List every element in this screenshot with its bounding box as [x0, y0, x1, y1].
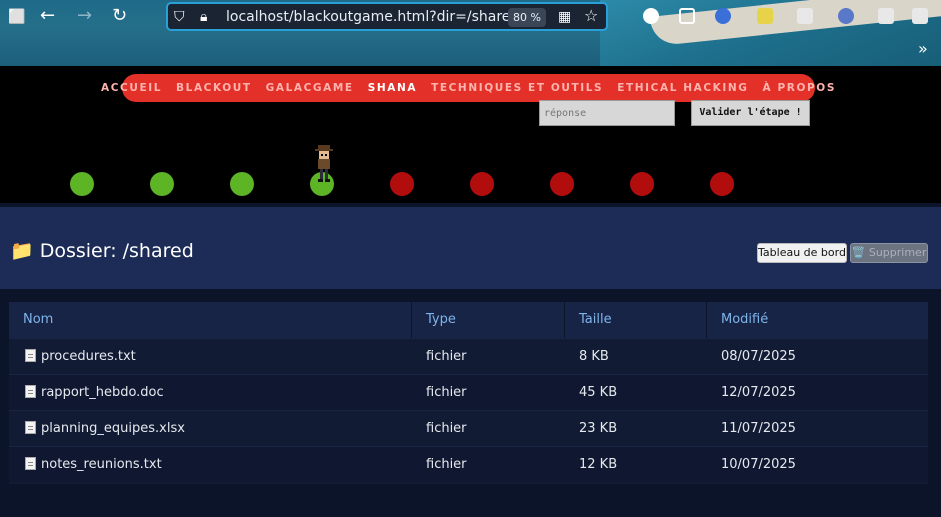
- file-modified-cell: 08/07/2025: [721, 349, 796, 364]
- progress-step-dot: [630, 172, 654, 196]
- file-name-cell[interactable]: procedures.txt: [25, 339, 136, 375]
- file-size-cell: 12 KB: [579, 457, 618, 472]
- file-name-cell[interactable]: notes_reunions.txt: [25, 447, 162, 483]
- file-size-cell: 45 KB: [579, 385, 618, 400]
- file-type-cell: fichier: [426, 385, 467, 400]
- file-manager: 📁 Dossier: /shared Tableau de bord 🗑️ Su…: [0, 203, 941, 517]
- forward-icon[interactable]: →: [77, 7, 92, 25]
- file-modified-cell: 12/07/2025: [721, 385, 796, 400]
- progress-step-dot: [550, 172, 574, 196]
- validate-step-button[interactable]: Valider l'étape !: [691, 100, 810, 126]
- nav-item-techniques-et-outils[interactable]: TECHNIQUES ET OUTILS: [431, 82, 603, 94]
- column-header-modified[interactable]: Modifié: [707, 302, 928, 338]
- reload-icon[interactable]: ↻: [112, 7, 127, 25]
- qr-grid-icon[interactable]: ▦: [558, 8, 571, 26]
- answer-input[interactable]: [539, 100, 675, 126]
- extension-reader-icon[interactable]: [878, 8, 894, 24]
- extension-flask-icon[interactable]: [757, 8, 773, 24]
- game-nav: ACCUEIL BLACKOUT GALACGAME SHANA TECHNIQUES …: [101, 74, 834, 102]
- file-name-cell[interactable]: rapport_hebdo.doc: [25, 375, 164, 411]
- progress-step-dot: [230, 172, 254, 196]
- file-type-cell: fichier: [426, 457, 467, 472]
- nav-item-à-propos[interactable]: À PROPOS: [763, 82, 836, 94]
- zoom-indicator[interactable]: 80 %: [508, 8, 546, 27]
- nav-item-blackout[interactable]: BLACKOUT: [176, 82, 252, 94]
- file-icon: [25, 385, 36, 398]
- extension-puzzle-icon[interactable]: [679, 8, 695, 24]
- file-manager-header: 📁 Dossier: /shared Tableau de bord 🗑️ Su…: [0, 207, 941, 289]
- table-row[interactable]: rapport_hebdo.doc fichier 45 KB 12/07/20…: [9, 374, 928, 410]
- file-size-cell: 8 KB: [579, 349, 609, 364]
- table-row[interactable]: notes_reunions.txt fichier 12 KB 10/07/2…: [9, 446, 928, 482]
- dashboard-button[interactable]: Tableau de bord: [757, 243, 847, 263]
- progress-step-dot: [710, 172, 734, 196]
- nav-item-accueil[interactable]: ACCUEIL: [101, 82, 162, 94]
- bookmark-star-icon[interactable]: ☆: [584, 7, 598, 25]
- column-header-name[interactable]: Nom: [9, 302, 412, 338]
- column-header-size[interactable]: Taille: [565, 302, 707, 338]
- column-header-type[interactable]: Type: [412, 302, 565, 338]
- file-type-cell: fichier: [426, 349, 467, 364]
- file-name-cell[interactable]: planning_equipes.xlsx: [25, 411, 185, 447]
- url-text[interactable]: localhost/blackoutgame.html?dir=/shared: [226, 9, 519, 25]
- shield-icon[interactable]: ⛉: [174, 8, 185, 26]
- file-type-cell: fichier: [426, 421, 467, 436]
- file-icon: [25, 421, 36, 434]
- lock-icon[interactable]: 🔒︎: [200, 8, 207, 26]
- delete-button[interactable]: 🗑️ Supprimer: [850, 243, 928, 263]
- file-icon: [25, 349, 36, 362]
- extension-v-icon[interactable]: [715, 8, 731, 24]
- table-header: Nom Type Taille Modifié: [9, 302, 928, 338]
- tab-overview-icon[interactable]: ⬜: [8, 8, 25, 26]
- extension-grid-icon[interactable]: [797, 8, 813, 24]
- file-size-cell: 23 KB: [579, 421, 618, 436]
- nav-item-shana[interactable]: SHANA: [368, 82, 417, 94]
- progress-step-dot: [70, 172, 94, 196]
- file-table: Nom Type Taille Modifié procedures.txt f…: [9, 302, 928, 484]
- game-banner: ACCUEIL BLACKOUT GALACGAME SHANA TECHNIQUES …: [0, 66, 941, 203]
- progress-step-dot: [150, 172, 174, 196]
- browser-toolbar: ⬜ ← → ↻ ⛉ 🔒︎ localhost/blackoutgame.html…: [0, 0, 941, 66]
- table-row[interactable]: procedures.txt fichier 8 KB 08/07/2025: [9, 338, 928, 374]
- extension-diamond-icon[interactable]: [838, 8, 854, 24]
- file-modified-cell: 10/07/2025: [721, 457, 796, 472]
- folder-title: 📁 Dossier: /shared: [10, 240, 194, 262]
- address-bar[interactable]: ⛉ 🔒︎ localhost/blackoutgame.html?dir=/sh…: [166, 2, 608, 31]
- nav-item-galacgame[interactable]: GALACGAME: [266, 82, 354, 94]
- file-icon: [25, 457, 36, 470]
- nav-item-ethical-hacking[interactable]: ETHICAL HACKING: [617, 82, 748, 94]
- table-row[interactable]: planning_equipes.xlsx fichier 23 KB 11/0…: [9, 410, 928, 446]
- extension-sidebar-icon[interactable]: [912, 8, 928, 24]
- progress-step-dot: [470, 172, 494, 196]
- extension-c-icon[interactable]: [643, 8, 659, 24]
- overflow-chevrons-icon[interactable]: »: [918, 40, 928, 58]
- player-character-icon: [315, 145, 333, 182]
- progress-step-dot: [390, 172, 414, 196]
- file-modified-cell: 11/07/2025: [721, 421, 796, 436]
- back-icon[interactable]: ←: [40, 7, 55, 25]
